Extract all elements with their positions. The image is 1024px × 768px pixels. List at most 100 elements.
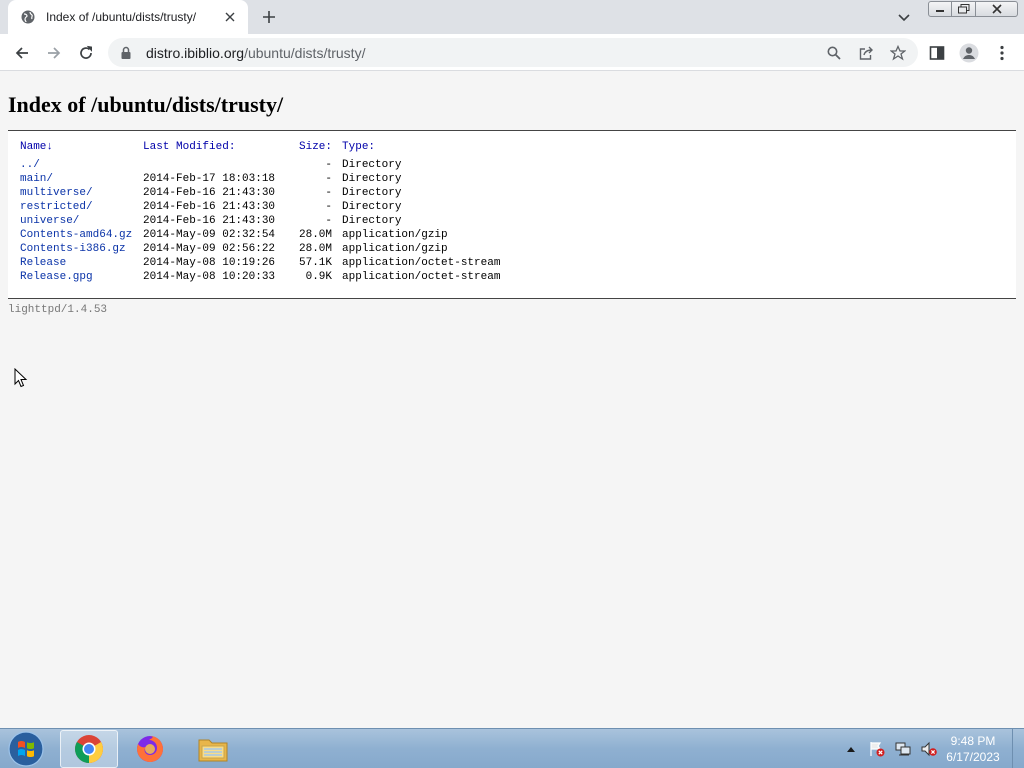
modified-cell: 2014-May-08 10:19:26 (143, 257, 276, 269)
chrome-icon (75, 735, 103, 763)
chevron-down-icon[interactable] (896, 9, 912, 25)
url-host: distro.ibiblio.org (146, 44, 245, 61)
profile-icon[interactable] (958, 42, 980, 64)
table-row: Release 2014-May-08 10:19:26 57.1K appli… (18, 256, 500, 270)
type-cell: Directory (342, 159, 402, 171)
file-link[interactable]: restricted/ (20, 201, 93, 213)
globe-icon (20, 9, 36, 25)
share-icon[interactable] (858, 45, 874, 61)
address-bar[interactable]: distro.ibiblio.org/ubuntu/dists/trusty/ (108, 38, 918, 67)
file-link[interactable]: multiverse/ (20, 187, 93, 199)
sort-modified-link[interactable]: Last Modified: (143, 141, 235, 153)
name-cell: Release (18, 256, 141, 270)
window-close-button[interactable] (976, 1, 1018, 17)
taskbar-explorer[interactable] (184, 730, 242, 768)
start-button[interactable] (6, 731, 46, 767)
page-title: Index of /ubuntu/dists/trusty/ (8, 92, 284, 117)
tab-strip: Index of /ubuntu/dists/trusty/ (0, 0, 1024, 34)
taskbar: 9:48 PM 6/17/2023 (0, 728, 1024, 768)
table-row: Contents-amd64.gz 2014-May-09 02:32:54 2… (18, 228, 500, 242)
close-icon[interactable] (222, 9, 238, 25)
folder-icon (198, 739, 228, 762)
browser-tab[interactable]: Index of /ubuntu/dists/trusty/ (8, 0, 248, 34)
table-row: restricted/ 2014-Feb-16 21:43:30 - Direc… (18, 200, 500, 214)
side-panel-icon[interactable] (926, 42, 948, 64)
url-path: /ubuntu/dists/trusty/ (244, 44, 366, 61)
type-cell: application/gzip (342, 229, 448, 241)
table-row: universe/ 2014-Feb-16 21:43:30 - Directo… (18, 214, 500, 228)
file-link[interactable]: Release (20, 257, 66, 269)
sort-name-link[interactable]: Name↓ (20, 141, 53, 153)
tab-title: Index of /ubuntu/dists/trusty/ (46, 10, 197, 24)
size-cell: - (325, 173, 333, 185)
type-cell: Directory (342, 215, 402, 227)
star-icon[interactable] (890, 45, 906, 61)
table-row: main/ 2014-Feb-17 18:03:18 - Directory (18, 172, 500, 186)
file-link[interactable]: ../ (20, 159, 40, 171)
type-cell: application/octet-stream (342, 271, 501, 283)
sort-size-link[interactable]: Size: (299, 141, 332, 153)
modified-cell: 2014-May-09 02:56:22 (143, 243, 276, 255)
system-tray (842, 729, 946, 768)
column-header-modified[interactable]: Last Modified: (141, 140, 283, 158)
size-cell: - (325, 201, 333, 213)
size-cell: 28.0M (299, 229, 333, 241)
directory-listing: Name↓ Last Modified: Size: Type: ../ - D… (8, 130, 1016, 299)
file-link[interactable]: Release.gpg (20, 271, 93, 283)
url-text: distro.ibiblio.org/ubuntu/dists/trusty/ (146, 45, 365, 61)
file-link[interactable]: Contents-i386.gz (20, 243, 126, 255)
plus-icon[interactable] (259, 7, 279, 27)
browser-toolbar: distro.ibiblio.org/ubuntu/dists/trusty/ (0, 34, 1024, 71)
modified-cell (141, 158, 283, 172)
file-link[interactable]: main/ (20, 173, 53, 185)
modified-cell: 2014-May-08 10:20:33 (143, 271, 276, 283)
arrow-right-icon[interactable] (43, 42, 65, 64)
column-header-name[interactable]: Name↓ (18, 140, 141, 158)
name-cell: universe/ (18, 214, 141, 228)
table-row: Release.gpg 2014-May-08 10:20:33 0.9K ap… (18, 270, 500, 284)
name-cell: Contents-i386.gz (18, 242, 141, 256)
modified-cell: 2014-May-09 02:32:54 (143, 229, 276, 241)
type-cell: application/gzip (342, 243, 448, 255)
file-link[interactable]: Contents-amd64.gz (20, 229, 132, 241)
type-cell: Directory (342, 187, 402, 199)
action-center-flag-icon[interactable] (868, 740, 886, 758)
name-cell: ../ (18, 158, 141, 172)
column-header-type[interactable]: Type: (340, 140, 500, 158)
file-link[interactable]: universe/ (20, 215, 79, 227)
modified-cell: 2014-Feb-17 18:03:18 (143, 173, 276, 185)
type-cell: application/octet-stream (342, 257, 501, 269)
arrow-left-icon[interactable] (11, 42, 33, 64)
size-cell: 0.9K (305, 271, 333, 283)
modified-cell: 2014-Feb-16 21:43:30 (143, 201, 276, 213)
size-cell: - (325, 215, 333, 227)
mouse-cursor-icon (14, 367, 28, 393)
minimize-button[interactable] (928, 1, 952, 17)
chevron-up-icon[interactable] (842, 740, 860, 758)
kebab-menu-icon[interactable] (991, 42, 1013, 64)
type-cell: Directory (342, 201, 402, 213)
size-cell: 28.0M (299, 243, 333, 255)
size-cell: - (325, 187, 333, 199)
clock[interactable]: 9:48 PM 6/17/2023 (936, 733, 1010, 765)
column-header-size[interactable]: Size: (283, 140, 340, 158)
reload-icon[interactable] (75, 42, 97, 64)
server-footer: lighttpd/1.4.53 (8, 304, 108, 316)
search-icon[interactable] (826, 45, 842, 61)
lock-icon[interactable] (120, 46, 134, 60)
name-cell: Release.gpg (18, 270, 141, 284)
table-row: Contents-i386.gz 2014-May-09 02:56:22 28… (18, 242, 500, 256)
show-desktop-button[interactable] (1012, 729, 1024, 768)
type-cell: Directory (342, 173, 402, 185)
directory-table: Name↓ Last Modified: Size: Type: ../ - D… (18, 140, 500, 284)
network-icon[interactable] (894, 740, 912, 758)
table-row: ../ - Directory (18, 158, 500, 172)
taskbar-firefox[interactable] (121, 730, 179, 768)
size-cell: 57.1K (299, 257, 333, 269)
sort-type-link[interactable]: Type: (342, 141, 375, 153)
size-cell: - (325, 159, 333, 171)
taskbar-chrome[interactable] (60, 730, 118, 768)
restore-button[interactable] (952, 1, 976, 17)
table-row: multiverse/ 2014-Feb-16 21:43:30 - Direc… (18, 186, 500, 200)
page-content: Index of /ubuntu/dists/trusty/ Name↓ Las… (0, 72, 1024, 728)
